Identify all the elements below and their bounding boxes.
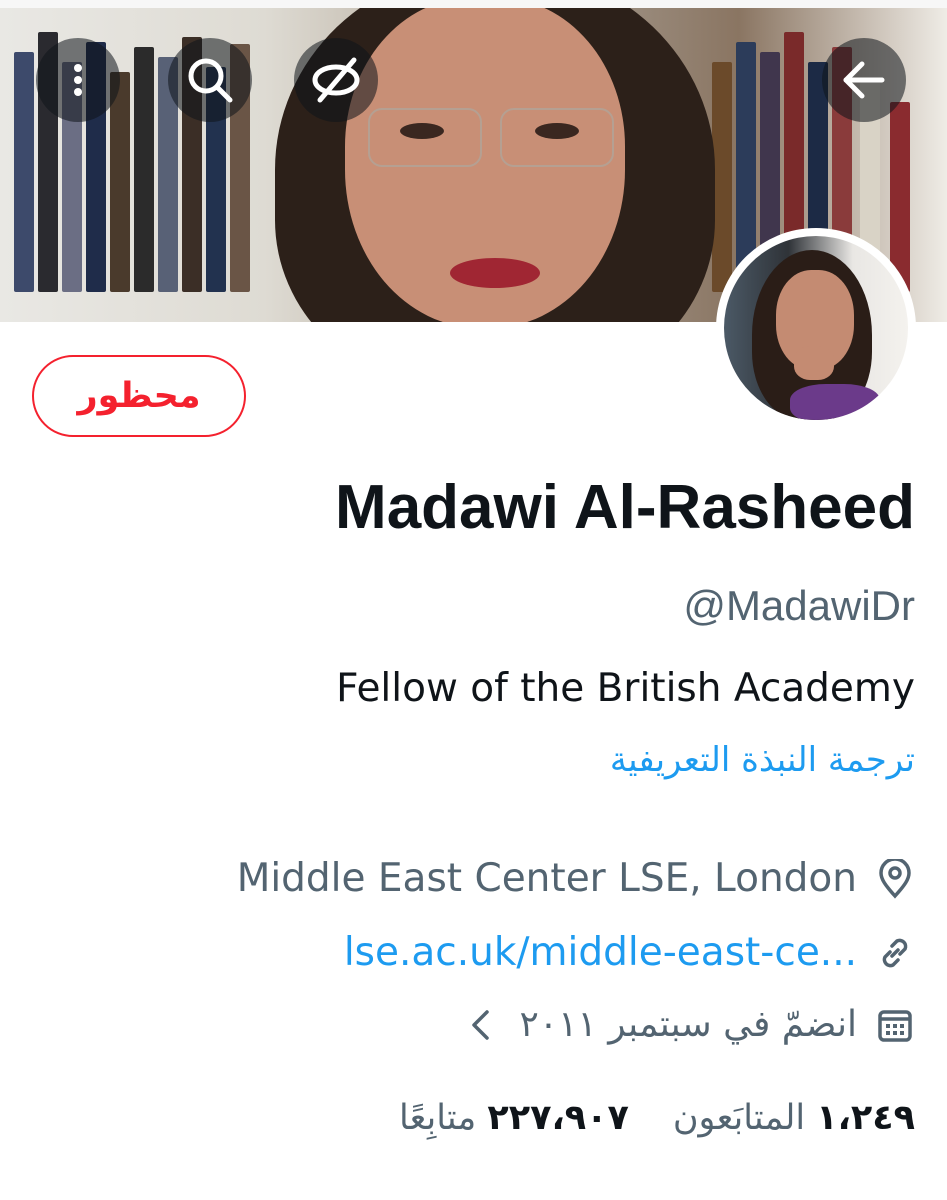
search-icon (188, 58, 233, 103)
hide-button[interactable] (294, 38, 378, 122)
eye-off-icon (312, 57, 360, 103)
profile-bio: Fellow of the British Academy (336, 666, 915, 711)
calendar-icon (875, 1005, 915, 1045)
arrow-left-icon (843, 61, 885, 99)
banner-eye-right (535, 123, 579, 139)
followers-label: متابِعًا (398, 1098, 477, 1138)
status-bar-edge (0, 0, 947, 8)
following-count: ١،٢٤٩ (816, 1098, 915, 1138)
more-vertical-icon (74, 64, 82, 96)
following-stat[interactable]: ١،٢٤٩ المتابَعون (673, 1098, 915, 1138)
blocked-button[interactable]: محظور (32, 355, 246, 437)
following-label: المتابَعون (672, 1098, 806, 1138)
website-row: lse.ac.uk/middle-east-ce... (344, 930, 915, 975)
translate-bio-link[interactable]: ترجمة النبذة التعريفية (610, 740, 915, 780)
link-icon (875, 933, 915, 973)
profile-handle: @MadawiDr (683, 582, 915, 629)
avatar-image (724, 236, 908, 420)
location-text: Middle East Center LSE, London (236, 856, 857, 901)
followers-count: ٢٢٧،٩٠٧ (487, 1098, 629, 1138)
follow-stats: ١،٢٤٩ المتابَعون ٢٢٧،٩٠٧ متابِعًا (399, 1098, 915, 1138)
banner-eye-left (400, 123, 444, 139)
followers-stat[interactable]: ٢٢٧،٩٠٧ متابِعًا (399, 1098, 629, 1138)
joined-row: انضمّ في سبتمبر ٢٠١١ (461, 1004, 915, 1045)
more-button[interactable] (36, 38, 120, 122)
search-button[interactable] (168, 38, 252, 122)
location-pin-icon (875, 858, 915, 899)
banner-lips (450, 258, 540, 288)
website-link[interactable]: lse.ac.uk/middle-east-ce... (344, 930, 857, 975)
joined-date: انضمّ في سبتمبر ٢٠١١ (519, 1004, 857, 1045)
back-button[interactable] (822, 38, 906, 122)
location-row: Middle East Center LSE, London (237, 856, 915, 901)
profile-name: Madawi Al-Rasheed (335, 473, 915, 542)
avatar[interactable] (716, 228, 916, 428)
chevron-left-icon[interactable] (461, 1005, 501, 1045)
